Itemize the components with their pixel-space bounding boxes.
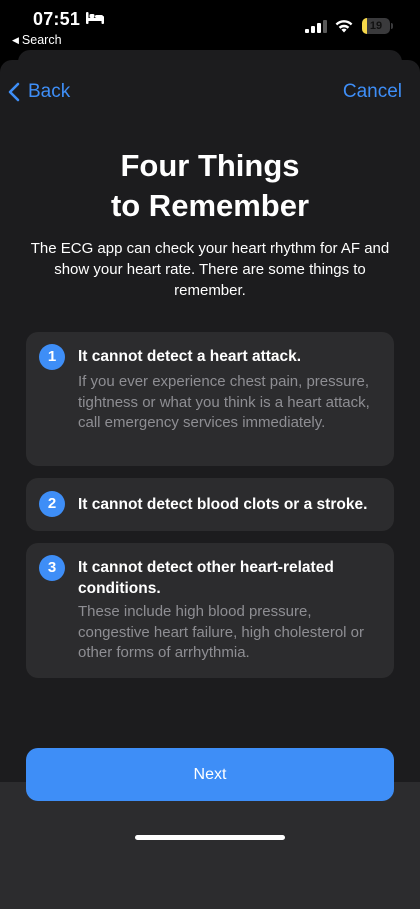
intro-text: The ECG app can check your heart rhythm …	[30, 240, 390, 299]
battery-icon: 19	[362, 18, 390, 34]
cancel-button[interactable]: Cancel	[343, 81, 402, 103]
number-badge-1: 1	[39, 344, 65, 370]
wifi-icon	[335, 20, 353, 33]
title-line-1: Four Things	[120, 148, 300, 183]
sleep-bed-icon	[86, 12, 104, 24]
back-app-label: Search	[21, 33, 62, 47]
footer-bar	[0, 782, 420, 909]
back-button[interactable]: Back	[8, 81, 70, 103]
card-3-title: It cannot detect other heart-related con…	[78, 559, 334, 597]
remember-card-2: 2 It cannot detect blood clots or a stro…	[26, 478, 394, 531]
remember-card-1: 1 It cannot detect a heart attack. If yo…	[26, 332, 394, 466]
card-1-title: It cannot detect a heart attack.	[78, 348, 302, 365]
back-to-app-link[interactable]: ◀ Search	[12, 33, 62, 47]
battery-level-text: 19	[369, 20, 383, 32]
back-triangle-icon: ◀	[12, 35, 19, 45]
title-line-2: to Remember	[110, 188, 310, 223]
number-badge-2: 2	[39, 491, 65, 517]
status-time: 07:51	[33, 9, 81, 29]
remember-card-3: 3 It cannot detect other heart-related c…	[26, 543, 394, 678]
battery-nub	[391, 23, 393, 29]
status-bar: 07:51 ◀ Search 19	[0, 0, 420, 52]
cellular-signal-icon	[305, 20, 327, 33]
card-1-description: If you ever experience chest pain, press…	[78, 373, 370, 431]
number-badge-3: 3	[39, 555, 65, 581]
card-2-title: It cannot detect blood clots or a stroke…	[78, 496, 368, 513]
home-indicator[interactable]	[135, 835, 285, 840]
page-title: Four Things to Remember	[0, 146, 420, 226]
next-button[interactable]: Next	[26, 748, 394, 801]
card-3-description: These include high blood pressure, conge…	[78, 603, 364, 661]
back-button-label: Back	[28, 81, 71, 102]
battery-fill	[362, 18, 368, 34]
chevron-left-icon	[8, 82, 20, 102]
